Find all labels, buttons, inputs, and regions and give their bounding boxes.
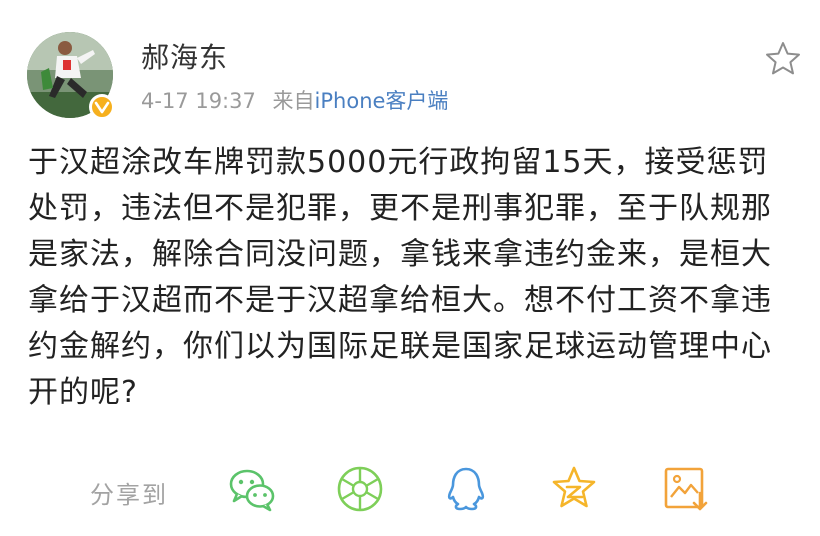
verified-badge-icon	[89, 94, 115, 120]
share-label: 分享到	[90, 481, 168, 509]
avatar[interactable]	[27, 32, 115, 120]
post-time: 4-17 19:37	[141, 89, 256, 113]
favorite-star-icon[interactable]	[764, 40, 802, 78]
source-prefix: 来自	[272, 89, 315, 113]
source-link[interactable]: iPhone客户端	[315, 89, 449, 113]
post-meta: 4-17 19:37 来自iPhone客户端	[141, 85, 448, 115]
qzone-icon[interactable]	[548, 463, 600, 515]
weibo-post: 郝海东 4-17 19:37 来自iPhone客户端 于汉超涂改车牌罚款5000…	[0, 0, 820, 536]
author-name[interactable]: 郝海东	[141, 36, 228, 76]
qq-icon[interactable]	[440, 463, 492, 515]
wechat-icon[interactable]	[226, 463, 278, 515]
save-image-icon[interactable]	[660, 463, 712, 515]
post-text: 于汉超涂改车牌罚款5000元行政拘留15天，接受惩罚处罚，违法但不是犯罪，更不是…	[28, 145, 772, 410]
moments-icon[interactable]	[334, 463, 386, 515]
